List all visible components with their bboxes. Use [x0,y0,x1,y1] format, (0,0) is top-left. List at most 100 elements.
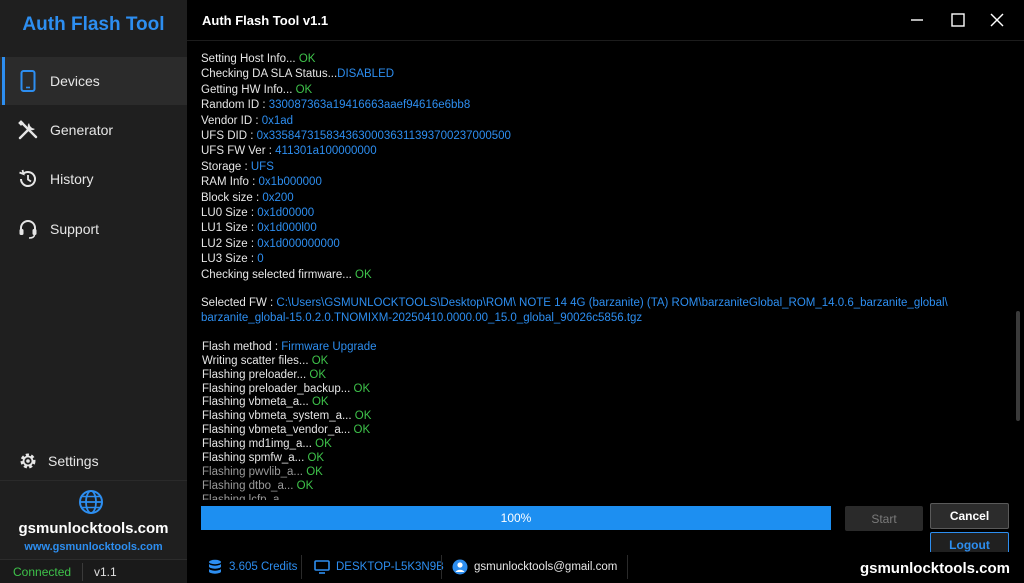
log-label: Flash method : [202,340,282,353]
log-label: UFS FW Ver : [201,145,276,158]
log-line: LU1 Size : 0x1d000l00 [201,222,317,234]
log-value: OK [353,382,371,395]
nav-label-generator: Generator [50,122,114,138]
log-label: Flashing vbmeta_system_a... [202,410,355,423]
log-output[interactable]: Setting Host Info... OK Checking DA SLA S… [187,40,1024,500]
divider [301,555,302,579]
connection-bar: Connected v1.1 [0,559,187,583]
log-label: Block size : [201,191,263,204]
log-line: Flashing pwvlib_a... OK [202,466,323,478]
history-icon [17,168,39,190]
log-label: Checking DA SLA Status... [201,68,338,81]
start-button[interactable]: Start [845,506,923,531]
nav-item-support[interactable]: Support [0,205,187,253]
log-line: LU2 Size : 0x1d000000000 [201,238,340,250]
log-line: LU3 Size : 0 [201,253,264,265]
database-icon [207,559,223,575]
log-line: Flash method : Firmware Upgrade [202,341,377,353]
log-line: Flashing spmfw_a... OK [202,452,324,464]
footer-brand: gsmunlocktools.com [859,560,1010,577]
log-scrollbar[interactable] [1016,311,1020,421]
log-line: Flashing md1img_a... OK [202,438,332,450]
log-value: OK [306,465,323,478]
app-title: Auth Flash Tool [22,14,165,35]
log-line: Flashing vbmeta_vendor_a... OK [202,424,370,436]
log-line: Setting Host Info... OK [201,53,315,65]
close-icon[interactable] [987,10,1007,30]
log-line: Getting HW Info... OK [201,84,312,96]
log-value: 0x1d000l00 [257,222,317,235]
log-value: barzanite_global-15.0.2.0.TNOMIXM-202504… [201,312,643,325]
nav-item-generator[interactable]: Generator [0,106,187,154]
globe-icon [78,489,104,515]
log-line: Checking selected firmware... OK [201,269,372,281]
window-title: Auth Flash Tool v1.1 [202,13,329,28]
log-value: OK [309,368,327,381]
log-value: 0x200 [262,191,294,204]
log-line: Flashing preloader_backup... OK [202,383,370,395]
log-label: Flashing md1img_a... [202,438,316,451]
log-line: UFS FW Ver : 411301a100000000 [201,145,377,157]
log-label: Flashing preloader... [202,368,310,381]
log-line: Block size : 0x200 [201,192,294,204]
maximize-icon[interactable] [948,10,968,30]
log-value: 411301a100000000 [275,145,377,158]
account-item: gsmunlocktools@gmail.com [452,559,617,575]
log-line: Flashing lcfp_a... [202,494,289,500]
brand-url[interactable]: www.gsmunlocktools.com [0,541,187,553]
credits-label: 3.605 Credits [229,561,298,573]
log-line: Random ID : 330087363a19416663aaef94616e… [201,99,470,111]
log-line: Checking DA SLA Status...DISABLED [201,68,394,80]
log-label: LU0 Size : [201,207,258,219]
sidebar: Auth Flash Tool Devices Generator Histor… [0,0,187,583]
log-value: 0x1d000000000 [257,237,340,250]
minimize-icon[interactable] [907,10,927,30]
computer-name: DESKTOP-L5K3N9B [336,561,444,573]
log-line: LU0 Size : 0x1d00000 [201,207,314,219]
nav-item-settings[interactable]: Settings [0,437,187,485]
log-label: Flashing dtbo_a... [202,479,297,492]
cancel-button[interactable]: Cancel [930,503,1009,529]
progress-bar: 100% [201,506,831,530]
log-value: OK [353,424,371,437]
computer-item: DESKTOP-L5K3N9B [314,559,444,575]
divider [627,555,628,579]
log-label: Flashing vbmeta_a... [202,396,312,409]
log-value: 0x1b000000 [258,176,322,189]
log-line: RAM Info : 0x1b000000 [201,176,322,188]
log-value: 0x33584731583436300036311393700237000500 [256,130,511,142]
log-value: OK [298,53,316,65]
log-value: OK [307,452,325,464]
log-label: Flashing preloader_backup... [202,382,354,395]
progress-label: 100% [500,511,532,525]
log-line: Vendor ID : 0x1ad [201,115,293,127]
log-line: Flashing preloader... OK [202,369,326,381]
log-value: 0 [257,253,264,266]
nav-label-settings: Settings [48,453,99,469]
log-value: OK [311,396,329,409]
gear-icon [17,450,39,472]
log-label: Writing scatter files... [202,354,312,367]
nav-item-devices[interactable]: Devices [0,57,187,105]
log-label: Selected FW : [201,297,277,309]
log-value: 0x1ad [261,114,294,127]
log-label: Getting HW Info... [201,83,296,96]
log-value: OK [315,438,332,451]
log-value: OK [295,83,313,96]
nav-label-devices: Devices [50,73,100,89]
status-bar: 3.605 Credits DESKTOP-L5K3N9B gsmunlockt… [187,552,1024,583]
divider [441,555,442,579]
log-label: LU1 Size : [201,222,258,235]
version-label: v1.1 [94,565,117,579]
log-label: Random ID : [201,99,269,112]
title-bar[interactable]: Auth Flash Tool v1.1 [187,0,1024,40]
log-label: Vendor ID : [201,114,262,127]
brand-name: gsmunlocktools.com [18,520,169,537]
log-label: Setting Host Info... [201,53,299,65]
nav-item-history[interactable]: History [0,155,187,203]
log-value: UFS [250,160,274,173]
sidebar-divider [0,480,187,481]
headset-icon [17,218,39,240]
nav-label-support: Support [50,221,100,237]
log-value: OK [311,354,329,367]
